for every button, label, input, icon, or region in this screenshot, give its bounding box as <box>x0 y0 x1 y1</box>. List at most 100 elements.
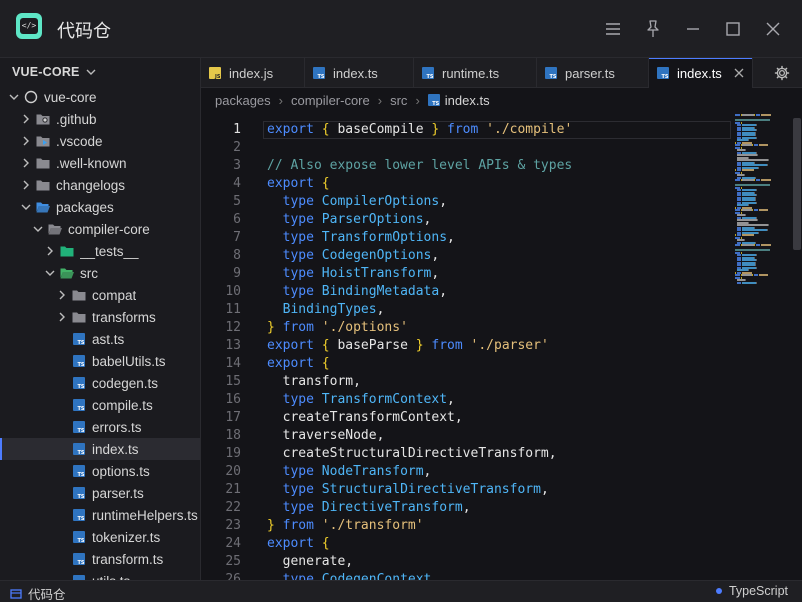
tree-item-label: errors.ts <box>92 419 142 435</box>
folder-icon <box>72 288 86 302</box>
tree-item[interactable]: .well-known <box>0 152 200 174</box>
tree-item[interactable]: .github <box>0 108 200 130</box>
line-number: 23 <box>225 518 241 533</box>
menu-icon[interactable] <box>598 14 628 44</box>
tree-item[interactable]: transforms <box>0 306 200 328</box>
title-bar: </> 代码仓 <box>0 0 802 58</box>
minimize-icon[interactable] <box>678 14 708 44</box>
typescript-file-icon <box>313 67 325 80</box>
editor-tab[interactable]: index.js <box>201 58 305 88</box>
code-line: type NodeTransform, <box>282 464 432 479</box>
tree-item[interactable]: index.ts <box>0 438 200 460</box>
editor-tab[interactable]: index.ts <box>649 58 753 88</box>
editor-tab[interactable]: runtime.ts <box>414 58 537 88</box>
folder-icon <box>36 178 50 192</box>
breadcrumb-item[interactable]: packages <box>215 93 271 108</box>
typescript-file-icon <box>72 442 86 456</box>
chevron-right-icon <box>20 135 32 147</box>
tree-item[interactable]: packages <box>0 196 200 218</box>
vertical-scrollbar[interactable] <box>793 118 801 250</box>
tree-item[interactable]: changelogs <box>0 174 200 196</box>
tree-item[interactable]: errors.ts <box>0 416 200 438</box>
tree-item-label: vue-core <box>44 89 97 105</box>
tab-label: index.ts <box>333 65 378 81</box>
code-editor[interactable]: 1 2 3 4 5 6 7 8 9 10 11 12 13 14 15 16 17 18 19 20 21 22 23 24 2… <box>201 112 802 580</box>
code-line: export { <box>267 176 330 191</box>
tree-item[interactable]: ast.ts <box>0 328 200 350</box>
tree-item-label: parser.ts <box>92 485 144 501</box>
breadcrumb-current[interactable]: index.ts <box>427 93 490 108</box>
code-line: export { baseParse } from './parser' <box>267 338 549 353</box>
code-line: BindingTypes, <box>282 302 385 317</box>
tree-item[interactable]: parser.ts <box>0 482 200 504</box>
tree-item[interactable]: src <box>0 262 200 284</box>
typescript-file-icon <box>422 67 434 80</box>
pin-icon[interactable] <box>638 14 668 44</box>
close-icon[interactable] <box>758 14 788 44</box>
tree-item[interactable]: runtimeHelpers.ts <box>0 504 200 526</box>
chevron-right-icon: › <box>278 92 283 108</box>
code-line: type DirectiveTransform, <box>282 500 471 515</box>
tree-item[interactable]: transform.ts <box>0 548 200 570</box>
tree-item-label: tokenizer.ts <box>92 529 161 545</box>
tree-item-label: runtimeHelpers.ts <box>92 507 198 523</box>
explorer-header[interactable]: VUE-CORE <box>0 58 200 86</box>
tree-item-label: compile.ts <box>92 397 153 413</box>
maximize-icon[interactable] <box>718 14 748 44</box>
file-explorer: VUE-CORE vue-core .github .vscode .well-kno… <box>0 58 201 580</box>
status-language[interactable]: TypeScript <box>715 584 788 598</box>
tree-item[interactable]: __tests__ <box>0 240 200 262</box>
typescript-file-icon <box>72 332 86 346</box>
tree-item[interactable]: utils.ts <box>0 570 200 580</box>
minimap[interactable] <box>731 112 791 580</box>
tree-item[interactable]: babelUtils.ts <box>0 350 200 372</box>
line-number: 20 <box>225 464 241 479</box>
tree-item[interactable]: compiler-core <box>0 218 200 240</box>
code-line: } from './options' <box>267 320 408 335</box>
code-content[interactable]: export { baseCompile } from './compile' … <box>267 121 572 580</box>
settings-gear-icon[interactable] <box>762 58 802 88</box>
folder-icon <box>36 156 50 170</box>
code-line: type HoistTransform, <box>282 266 440 281</box>
tree-item-label: compat <box>92 287 137 303</box>
code-line: createStructuralDirectiveTransform, <box>282 446 557 461</box>
line-number: 1 <box>233 122 241 137</box>
tree-item[interactable]: vue-core <box>0 86 200 108</box>
chevron-down-icon <box>86 65 96 79</box>
line-number: 2 <box>233 140 241 155</box>
tree-item-label: compiler-core <box>68 221 150 237</box>
status-repo[interactable]: 代码仓 <box>10 584 66 602</box>
editor-tab[interactable]: parser.ts <box>537 58 649 88</box>
chevron-right-icon <box>44 245 56 257</box>
javascript-file-icon <box>209 67 221 80</box>
tab-label: index.ts <box>677 65 722 81</box>
tree-item[interactable]: tokenizer.ts <box>0 526 200 548</box>
tree-item[interactable]: compile.ts <box>0 394 200 416</box>
line-number: 8 <box>233 248 241 263</box>
tree-item[interactable]: compat <box>0 284 200 306</box>
tab-close-icon[interactable] <box>734 65 744 81</box>
typescript-file-icon <box>72 464 86 478</box>
breadcrumb-item[interactable]: src <box>390 93 407 108</box>
tree-item[interactable]: options.ts <box>0 460 200 482</box>
tree-item[interactable]: codegen.ts <box>0 372 200 394</box>
tree-item[interactable]: .vscode <box>0 130 200 152</box>
breadcrumb-item[interactable]: compiler-core <box>291 93 370 108</box>
line-number: 10 <box>225 284 241 299</box>
editor-tab[interactable]: index.ts <box>305 58 414 88</box>
vscode-folder-icon <box>36 134 50 148</box>
language-dot-icon <box>715 588 722 594</box>
typescript-file-icon <box>657 67 669 80</box>
code-line: export { baseCompile } from './compile' <box>267 122 573 137</box>
tree-item-label: changelogs <box>56 177 126 193</box>
typescript-file-icon <box>72 420 86 434</box>
tree-item-label: packages <box>56 199 114 215</box>
folder-icon <box>72 310 86 324</box>
